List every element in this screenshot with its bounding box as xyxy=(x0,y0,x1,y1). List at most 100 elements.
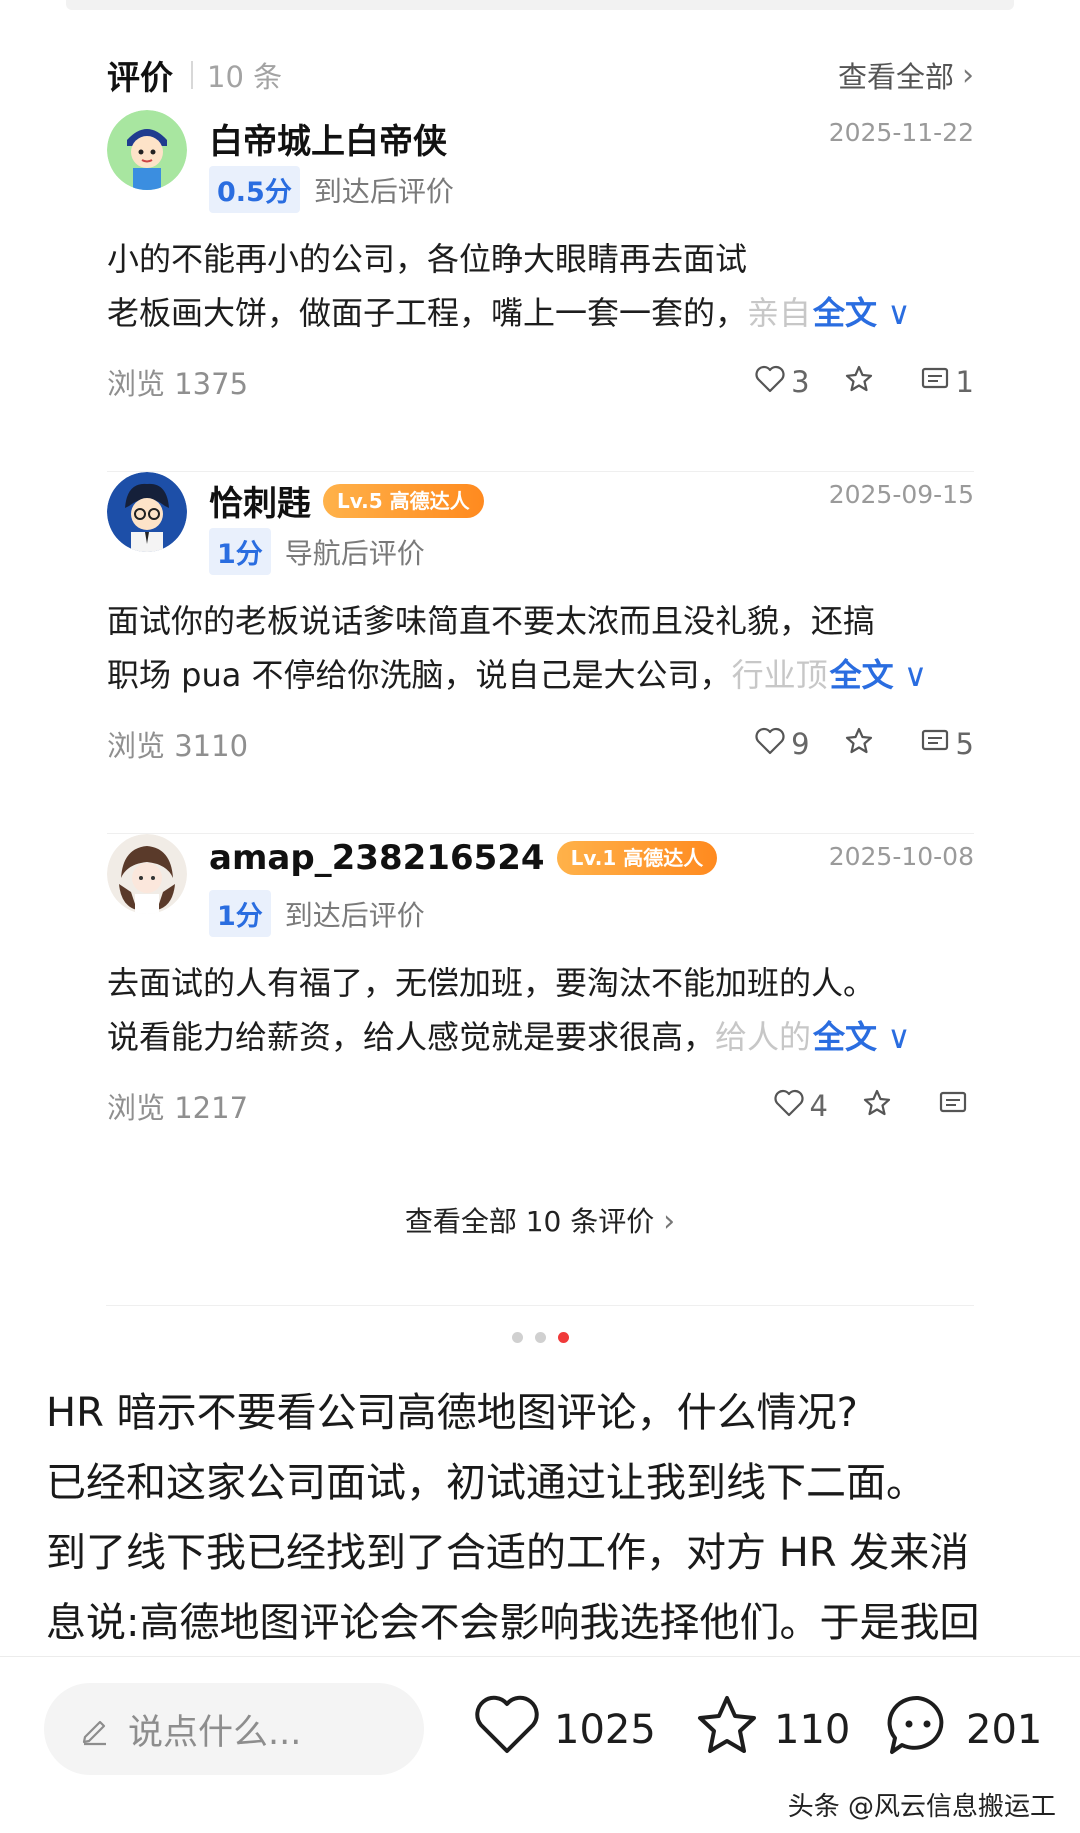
score-type: 到达后评价 xyxy=(313,174,454,208)
expand-full-text-link[interactable]: 全文 ∨ xyxy=(830,648,928,702)
score-row: 1分 到达后评价 xyxy=(209,890,425,937)
favorite-button[interactable] xyxy=(862,1088,892,1125)
post-line: 息说:高德地图评论会不会影响我选择他们。于是我回 xyxy=(46,1600,980,1646)
score-row: 0.5分 到达后评价 xyxy=(209,166,454,213)
star-icon xyxy=(844,364,874,401)
comment-button[interactable]: 1 xyxy=(920,365,974,400)
see-all-reviews-label: 查看全部 10 条评价 xyxy=(404,1205,655,1238)
comment-icon xyxy=(920,727,950,762)
expand-full-text-link[interactable]: 全文 ∨ xyxy=(813,286,911,340)
review-text: 小的不能再小的公司，各位睁大眼睛再去面试 老板画大饼，做面子工程，嘴上一套一套的… xyxy=(107,232,977,340)
view-all-label: 查看全部 xyxy=(837,60,954,94)
score-row: 1分 导航后评价 xyxy=(209,528,425,575)
post-favorite-count: 110 xyxy=(774,1707,851,1753)
full-text-label: 全文 xyxy=(813,294,878,332)
post-like-count: 1025 xyxy=(554,1707,656,1753)
user-name-text: amap_238216524 xyxy=(209,838,545,878)
expand-full-text-link[interactable]: 全文 ∨ xyxy=(813,1010,911,1064)
user-name-text: 白帝城上白帝侠 xyxy=(209,122,447,162)
comment-input-placeholder: 说点什么... xyxy=(128,1712,302,1753)
like-button[interactable]: 4 xyxy=(773,1089,828,1124)
chevron-right-icon: › xyxy=(663,1204,676,1239)
review-actions: 4 xyxy=(773,1088,974,1125)
review-actions: 3 1 xyxy=(755,364,974,401)
card-bottom-divider xyxy=(106,1305,974,1306)
bottom-action-bar: 说点什么... 1025 110 201 头条 @风云信息搬运工 xyxy=(0,1656,1080,1833)
avatar[interactable] xyxy=(107,110,187,190)
comment-button[interactable] xyxy=(938,1089,974,1124)
avatar[interactable] xyxy=(107,834,187,914)
post-body: HR 暗示不要看公司高德地图评论，什么情况? 已经和这家公司面试，初试通过让我到… xyxy=(46,1378,1046,1658)
carousel-indicator xyxy=(0,1332,1080,1343)
previous-card-edge xyxy=(66,0,1014,10)
review-date: 2025-10-08 xyxy=(828,842,974,871)
view-count: 浏览 1375 xyxy=(107,367,249,401)
view-all-link[interactable]: 查看全部 › xyxy=(838,54,974,96)
review-line-text: 老板画大饼，做面子工程，嘴上一套一套的， xyxy=(107,294,748,332)
star-icon xyxy=(862,1088,892,1125)
heart-icon xyxy=(755,365,785,400)
user-name[interactable]: amap_238216524 Lv.1 高德达人 xyxy=(209,838,718,878)
avatar[interactable] xyxy=(107,472,187,552)
post-line: 到了线下我已经找到了合适的工作，对方 HR 发来消 xyxy=(46,1530,970,1576)
star-icon xyxy=(694,1693,760,1767)
favorite-button[interactable] xyxy=(844,364,874,401)
heart-icon xyxy=(773,1089,804,1124)
user-name[interactable]: 恰刺韪 Lv.5 高德达人 xyxy=(209,476,484,525)
review-line: 老板画大饼，做面子工程，嘴上一套一套的， 亲自 全文 ∨ xyxy=(107,286,977,340)
view-count: 浏览 3110 xyxy=(107,729,249,763)
comment-input[interactable]: 说点什么... xyxy=(44,1683,424,1775)
carousel-dot-active[interactable] xyxy=(557,1332,569,1343)
like-button[interactable]: 3 xyxy=(755,365,810,400)
review-meta: 浏览 1217 4 xyxy=(107,1084,974,1128)
review-item: amap_238216524 Lv.1 高德达人 2025-10-08 1分 到… xyxy=(107,834,974,1196)
heart-icon xyxy=(755,727,785,762)
watermark: 头条 @风云信息搬运工 xyxy=(787,1792,1056,1822)
carousel-dot[interactable] xyxy=(534,1332,546,1343)
review-line: 小的不能再小的公司，各位睁大眼睛再去面试 xyxy=(107,240,748,278)
pen-icon xyxy=(78,1712,112,1746)
heart-icon xyxy=(474,1695,540,1765)
comment-bubble-icon xyxy=(884,1692,952,1768)
review-line-fade: 给人的 xyxy=(715,1018,812,1056)
like-count: 3 xyxy=(791,365,810,399)
user-name[interactable]: 白帝城上白帝侠 xyxy=(209,114,447,163)
score-badge: 1分 xyxy=(209,890,271,937)
review-actions: 9 5 xyxy=(755,726,974,763)
comment-button[interactable]: 5 xyxy=(920,727,974,762)
reviews-card: 评价 10 条 查看全部 › 白帝城上白帝侠 2025-11-22 0.5分 到… xyxy=(66,10,1014,1306)
post-line: HR 暗示不要看公司高德地图评论，什么情况? xyxy=(46,1390,858,1436)
score-badge: 0.5分 xyxy=(209,166,300,213)
chevron-down-icon: ∨ xyxy=(877,294,911,332)
full-text-label: 全文 xyxy=(829,656,894,694)
carousel-dot[interactable] xyxy=(511,1332,523,1343)
review-text: 面试你的老板说话爹味简直不要太浓而且没礼貌，还搞 职场 pua 不停给你洗脑，说… xyxy=(107,594,977,702)
chevron-right-icon: › xyxy=(962,57,974,93)
comment-icon xyxy=(920,365,950,400)
review-date: 2025-11-22 xyxy=(828,118,974,147)
comment-count: 1 xyxy=(955,365,974,399)
review-text: 去面试的人有福了，无偿加班，要淘汰不能加班的人。 说看能力给薪资，给人感觉就是要… xyxy=(107,956,977,1064)
like-count: 9 xyxy=(791,727,810,761)
like-post-button[interactable]: 1025 xyxy=(474,1685,656,1775)
reviews-title: 评价 xyxy=(107,58,173,97)
comment-post-button[interactable]: 201 xyxy=(884,1685,1042,1775)
score-type: 导航后评价 xyxy=(284,536,425,570)
like-button[interactable]: 9 xyxy=(755,727,810,762)
reviews-count: 10 条 xyxy=(207,60,283,94)
review-line: 说看能力给薪资，给人感觉就是要求很高， 给人的 全文 ∨ xyxy=(107,1010,977,1064)
review-line: 去面试的人有福了，无偿加班，要淘汰不能加班的人。 xyxy=(107,964,876,1002)
level-badge: Lv.5 高德达人 xyxy=(323,483,484,518)
favorite-button[interactable] xyxy=(844,726,874,763)
reviews-header: 评价 10 条 查看全部 › xyxy=(107,50,974,100)
chevron-down-icon: ∨ xyxy=(893,656,928,694)
like-count: 4 xyxy=(809,1089,828,1123)
view-count: 浏览 1217 xyxy=(107,1091,249,1125)
post-comment-count: 201 xyxy=(966,1707,1043,1753)
see-all-reviews-button[interactable]: 查看全部 10 条评价 › xyxy=(66,1200,1014,1240)
review-meta: 浏览 1375 3 1 xyxy=(107,360,974,404)
score-type: 到达后评价 xyxy=(284,898,425,932)
favorite-post-button[interactable]: 110 xyxy=(694,1685,850,1775)
score-badge: 1分 xyxy=(209,528,271,575)
full-text-label: 全文 xyxy=(813,1018,878,1056)
